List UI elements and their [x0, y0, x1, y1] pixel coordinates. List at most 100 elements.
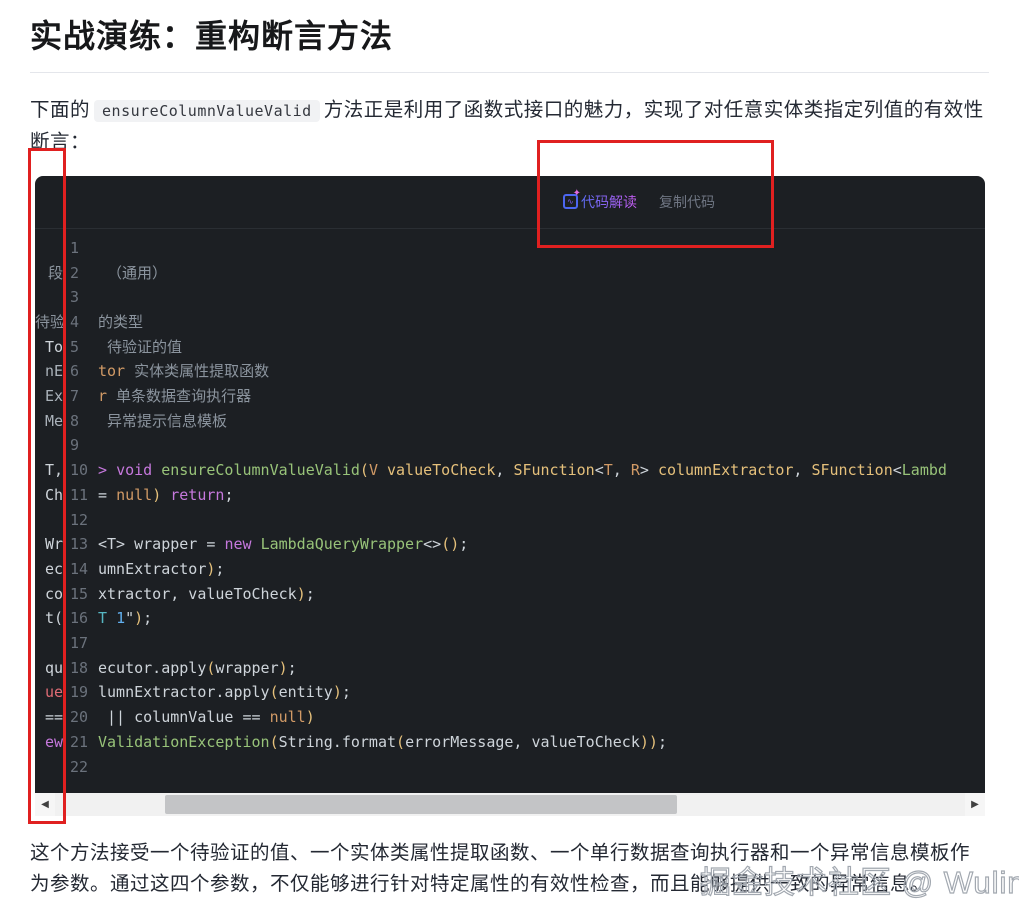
code-line: ==20 || columnValue == null) [35, 705, 985, 730]
code-text: ValidationException(String.format(errorM… [98, 730, 985, 755]
code-line: 待验4的类型 [35, 310, 985, 335]
line-number: 17 [63, 631, 98, 656]
line-number: 9 [63, 433, 98, 458]
line-number: 6 [63, 359, 98, 384]
code-line: 1 [35, 236, 985, 261]
clipped-code-fragment: ue [35, 680, 63, 705]
line-number: 2 [63, 261, 98, 286]
line-number: 18 [63, 656, 98, 681]
scrollbar-thumb[interactable] [165, 795, 677, 814]
clipped-code-fragment: ec [35, 557, 63, 582]
clipped-code-fragment [35, 236, 63, 261]
line-number: 16 [63, 606, 98, 631]
code-block: ✦ ∿ 代码解读 复制代码 1段2 （通用）3待验4的类型To5 待验证的值nE… [35, 176, 985, 816]
code-line: 12 [35, 508, 985, 533]
clipped-code-fragment: t( [35, 606, 63, 631]
code-text: 的类型 [98, 310, 985, 335]
code-text: 异常提示信息模板 [98, 409, 985, 434]
clipped-code-fragment: Ex [35, 384, 63, 409]
copy-code-button[interactable]: 复制代码 [659, 192, 715, 212]
code-line: Ex7r 单条数据查询执行器 [35, 384, 985, 409]
code-line: t(16T 1"); [35, 606, 985, 631]
code-line: Me8 异常提示信息模板 [35, 409, 985, 434]
code-text: ecutor.apply(wrapper); [98, 656, 985, 681]
code-line: T,10> void ensureColumnValueValid(V valu… [35, 458, 985, 483]
code-scroll-area[interactable]: 1段2 （通用）3待验4的类型To5 待验证的值nE6tor 实体类属性提取函数… [35, 229, 985, 793]
code-line: 3 [35, 285, 985, 310]
code-text: （通用） [98, 261, 985, 286]
code-line: 9 [35, 433, 985, 458]
line-number: 7 [63, 384, 98, 409]
outro-paragraph: 这个方法接受一个待验证的值、一个实体类属性提取函数、一个单行数据查询执行器和一个… [30, 838, 989, 900]
intro-paragraph: 下面的ensureColumnValueValid方法正是利用了函数式接口的魅力… [30, 95, 989, 158]
code-text [98, 285, 985, 310]
scroll-right-arrow-icon[interactable]: ▶ [965, 793, 985, 816]
code-text: 待验证的值 [98, 335, 985, 360]
inline-code: ensureColumnValueValid [94, 100, 320, 122]
article-content: 实战演练：重构断言方法 下面的ensureColumnValueValid方法正… [0, 0, 1019, 900]
clipped-code-fragment: nE [35, 359, 63, 384]
scrollbar-track[interactable] [55, 793, 965, 816]
line-number: 21 [63, 730, 98, 755]
line-number: 14 [63, 557, 98, 582]
line-number: 4 [63, 310, 98, 335]
code-line: qu18ecutor.apply(wrapper); [35, 656, 985, 681]
clipped-code-fragment [35, 285, 63, 310]
code-line: co15xtractor, valueToCheck); [35, 582, 985, 607]
code-text [98, 508, 985, 533]
clipped-code-fragment [35, 755, 63, 780]
clipped-code-fragment: Ch [35, 483, 63, 508]
clipped-code-fragment [35, 631, 63, 656]
code-toolbar: ✦ ∿ 代码解读 复制代码 [35, 176, 985, 229]
line-number: 12 [63, 508, 98, 533]
code-text: tor 实体类属性提取函数 [98, 359, 985, 384]
code-explain-label: 代码解读 [581, 192, 637, 212]
page-title: 实战演练：重构断言方法 [30, 14, 989, 59]
clipped-code-fragment [35, 433, 63, 458]
code-text: <T> wrapper = new LambdaQueryWrapper<>()… [98, 532, 985, 557]
clipped-code-fragment: co [35, 582, 63, 607]
code-line: To5 待验证的值 [35, 335, 985, 360]
intro-text-before: 下面的 [30, 99, 90, 121]
line-number: 8 [63, 409, 98, 434]
code-text [98, 433, 985, 458]
code-line: ew21ValidationException(String.format(er… [35, 730, 985, 755]
line-number: 22 [63, 755, 98, 780]
clipped-code-fragment: To [35, 335, 63, 360]
scroll-left-arrow-icon[interactable]: ◀ [35, 793, 55, 816]
code-line: ue19lumnExtractor.apply(entity); [35, 680, 985, 705]
code-line: 17 [35, 631, 985, 656]
code-text: lumnExtractor.apply(entity); [98, 680, 985, 705]
code-text: || columnValue == null) [98, 705, 985, 730]
code-explain-button[interactable]: ✦ ∿ 代码解读 [563, 192, 637, 212]
code-line: Ch11= null) return; [35, 483, 985, 508]
horizontal-scrollbar[interactable]: ◀ ▶ [35, 793, 985, 816]
code-line: ec14umnExtractor); [35, 557, 985, 582]
clipped-code-fragment: Wr [35, 532, 63, 557]
clipped-code-fragment: qu [35, 656, 63, 681]
code-text: = null) return; [98, 483, 985, 508]
line-number: 20 [63, 705, 98, 730]
line-number: 19 [63, 680, 98, 705]
line-number: 1 [63, 236, 98, 261]
line-number: 13 [63, 532, 98, 557]
code-text: > void ensureColumnValueValid(V valueToC… [98, 458, 985, 483]
title-divider [30, 72, 989, 73]
code-line: Wr13<T> wrapper = new LambdaQueryWrapper… [35, 532, 985, 557]
clipped-code-fragment: T, [35, 458, 63, 483]
code-text [98, 755, 985, 780]
line-number: 15 [63, 582, 98, 607]
code-text [98, 236, 985, 261]
clipped-code-fragment [35, 508, 63, 533]
clipped-code-fragment: ew [35, 730, 63, 755]
clipped-code-fragment: Me [35, 409, 63, 434]
clipped-code-fragment: == [35, 705, 63, 730]
ai-sparkle-icon: ✦ ∿ [563, 194, 578, 209]
clipped-code-fragment: 段 [35, 261, 63, 286]
line-number: 10 [63, 458, 98, 483]
code-line: nE6tor 实体类属性提取函数 [35, 359, 985, 384]
line-number: 5 [63, 335, 98, 360]
line-number: 3 [63, 285, 98, 310]
clipped-code-fragment: 待验 [35, 310, 63, 335]
code-line: 22 [35, 755, 985, 780]
